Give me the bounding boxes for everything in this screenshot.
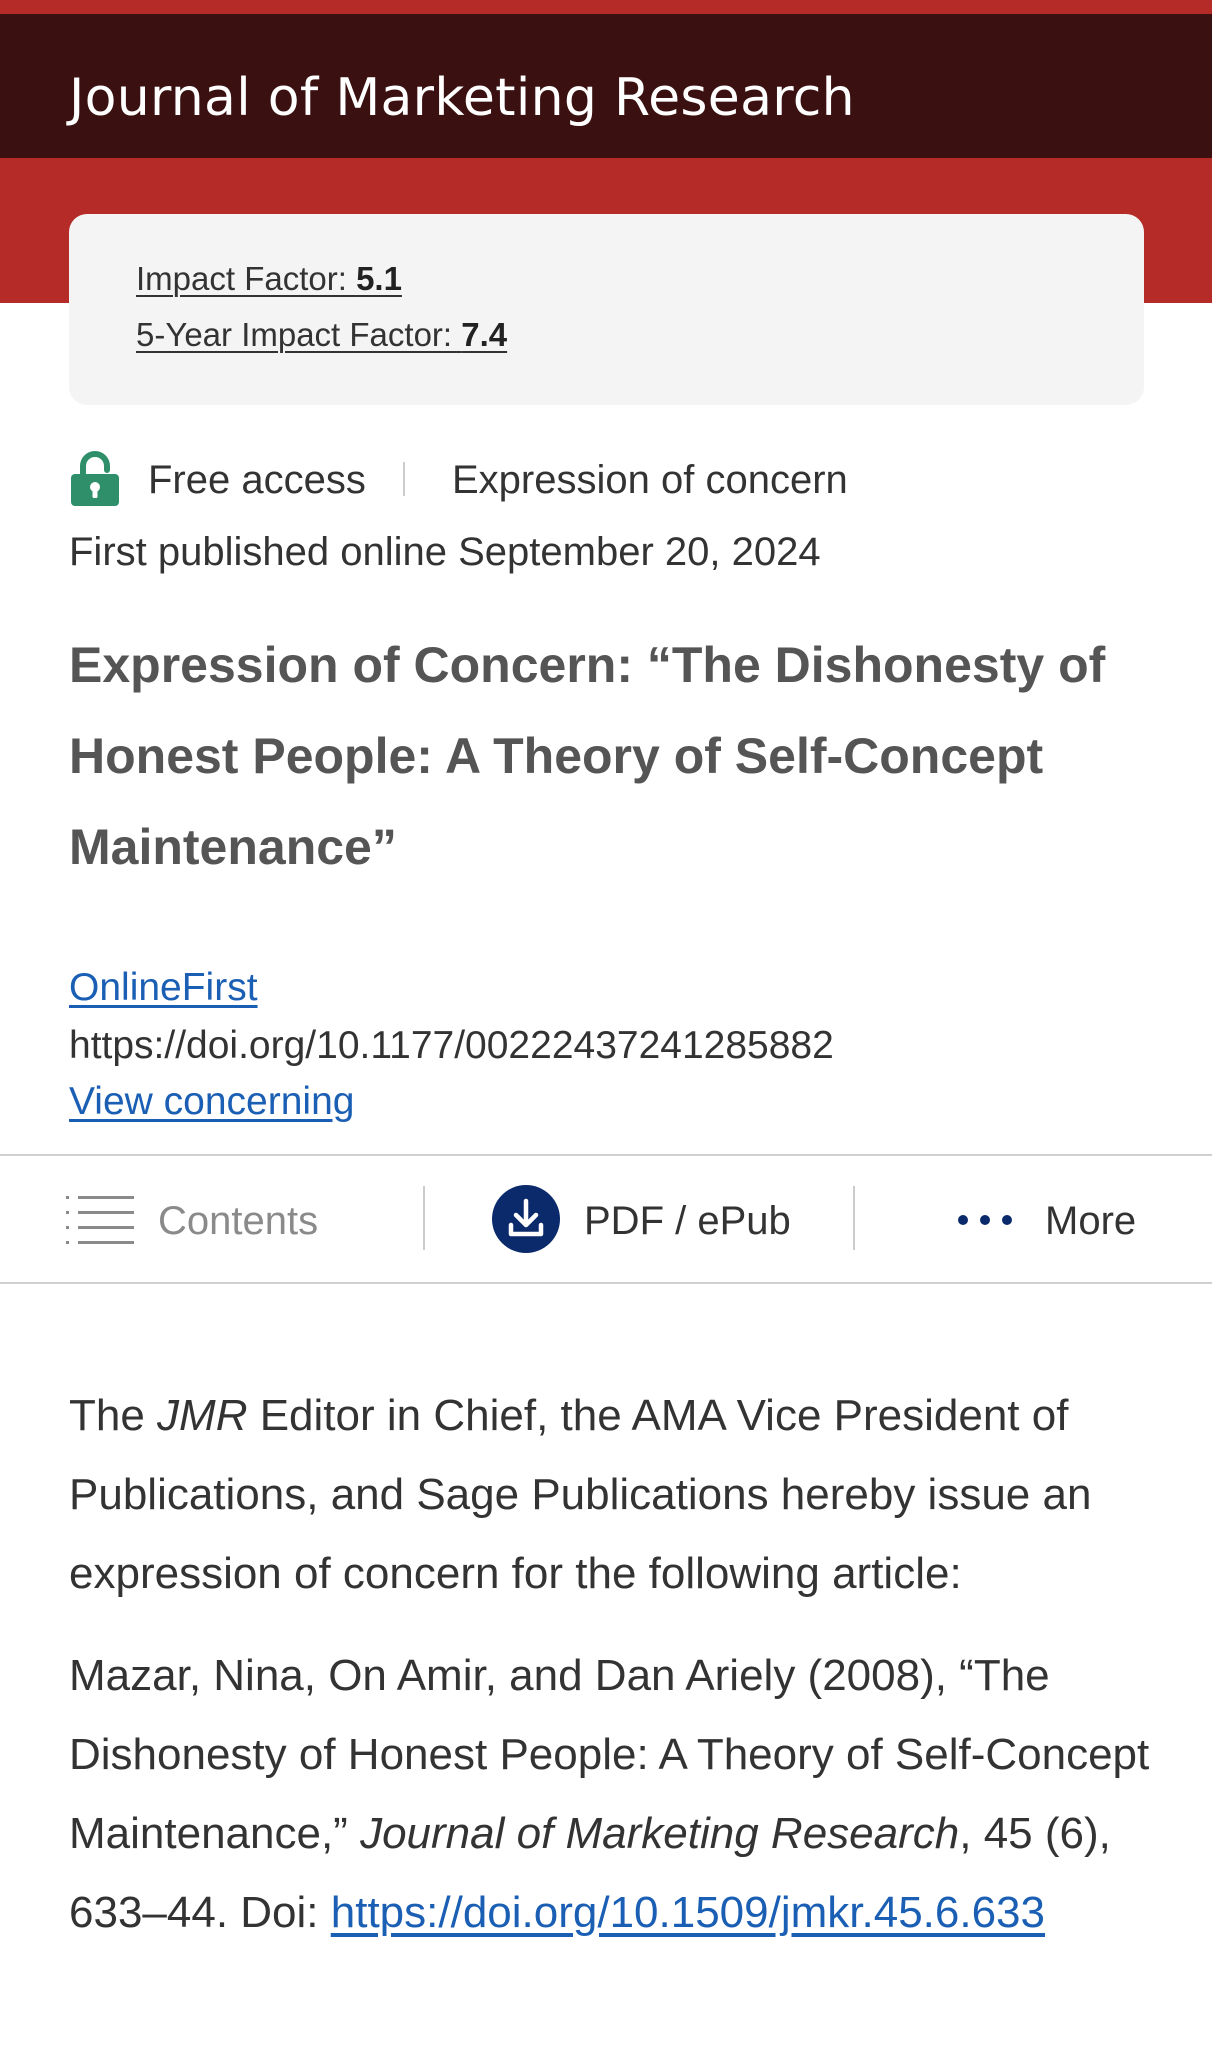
top-stripe	[0, 0, 1212, 14]
free-access-label: Free access	[148, 458, 366, 502]
impact-factor-card: Impact Factor: 5.1 5-Year Impact Factor:…	[69, 214, 1144, 405]
divider	[403, 462, 405, 496]
article-type-label: Expression of concern	[452, 458, 848, 502]
toolbar-divider	[853, 1186, 855, 1250]
body-paragraph: The JMR Editor in Chief, the AMA Vice Pr…	[69, 1376, 1159, 1613]
more-dots-icon	[958, 1215, 1012, 1225]
publication-date: First published online September 20, 202…	[69, 530, 821, 574]
journal-title[interactable]: Journal of Marketing Research	[69, 68, 855, 128]
impact-factor-label: Impact Factor:	[136, 260, 357, 297]
access-row: Free access Expression of concern	[69, 448, 1169, 508]
impact-factor-link[interactable]: Impact Factor: 5.1	[136, 260, 402, 298]
article-toolbar: Contents PDF / ePub More	[0, 1154, 1212, 1284]
pdf-epub-button[interactable]: PDF / ePub	[491, 1184, 821, 1256]
contents-label: Contents	[158, 1199, 319, 1243]
citation-paragraph: Mazar, Nina, On Amir, and Dan Ariely (20…	[69, 1636, 1159, 1952]
five-year-impact-factor-label: 5-Year Impact Factor:	[136, 316, 462, 353]
lock-open-icon	[71, 451, 119, 506]
five-year-impact-factor-value: 7.4	[461, 316, 508, 353]
journal-header: Journal of Marketing Research	[0, 14, 1212, 158]
article-page: Journal of Marketing Research Impact Fac…	[0, 0, 1212, 2048]
article-doi: https://doi.org/10.1177/0022243724128588…	[69, 1024, 834, 1067]
citation-doi-link[interactable]: https://doi.org/10.1509/jmkr.45.6.633	[331, 1888, 1045, 1937]
citation-journal-italic: Journal of Marketing Research	[360, 1809, 960, 1858]
download-icon	[492, 1185, 560, 1253]
more-button[interactable]: More	[955, 1192, 1155, 1248]
article-title: Expression of Concern: “The Dishonesty o…	[69, 637, 1106, 875]
list-icon	[66, 1196, 134, 1244]
impact-factor-value: 5.1	[356, 260, 402, 297]
contents-button[interactable]: Contents	[66, 1192, 366, 1248]
five-year-impact-factor-link[interactable]: 5-Year Impact Factor: 7.4	[136, 316, 507, 354]
body-jmr-italic: JMR	[157, 1391, 248, 1440]
pdf-epub-label: PDF / ePub	[584, 1199, 791, 1243]
body-text: The	[69, 1391, 158, 1440]
view-concerning-link[interactable]: View concerning	[69, 1080, 354, 1124]
toolbar-divider	[423, 1186, 425, 1250]
onlinefirst-link[interactable]: OnlineFirst	[69, 966, 258, 1010]
more-label: More	[1045, 1199, 1137, 1243]
